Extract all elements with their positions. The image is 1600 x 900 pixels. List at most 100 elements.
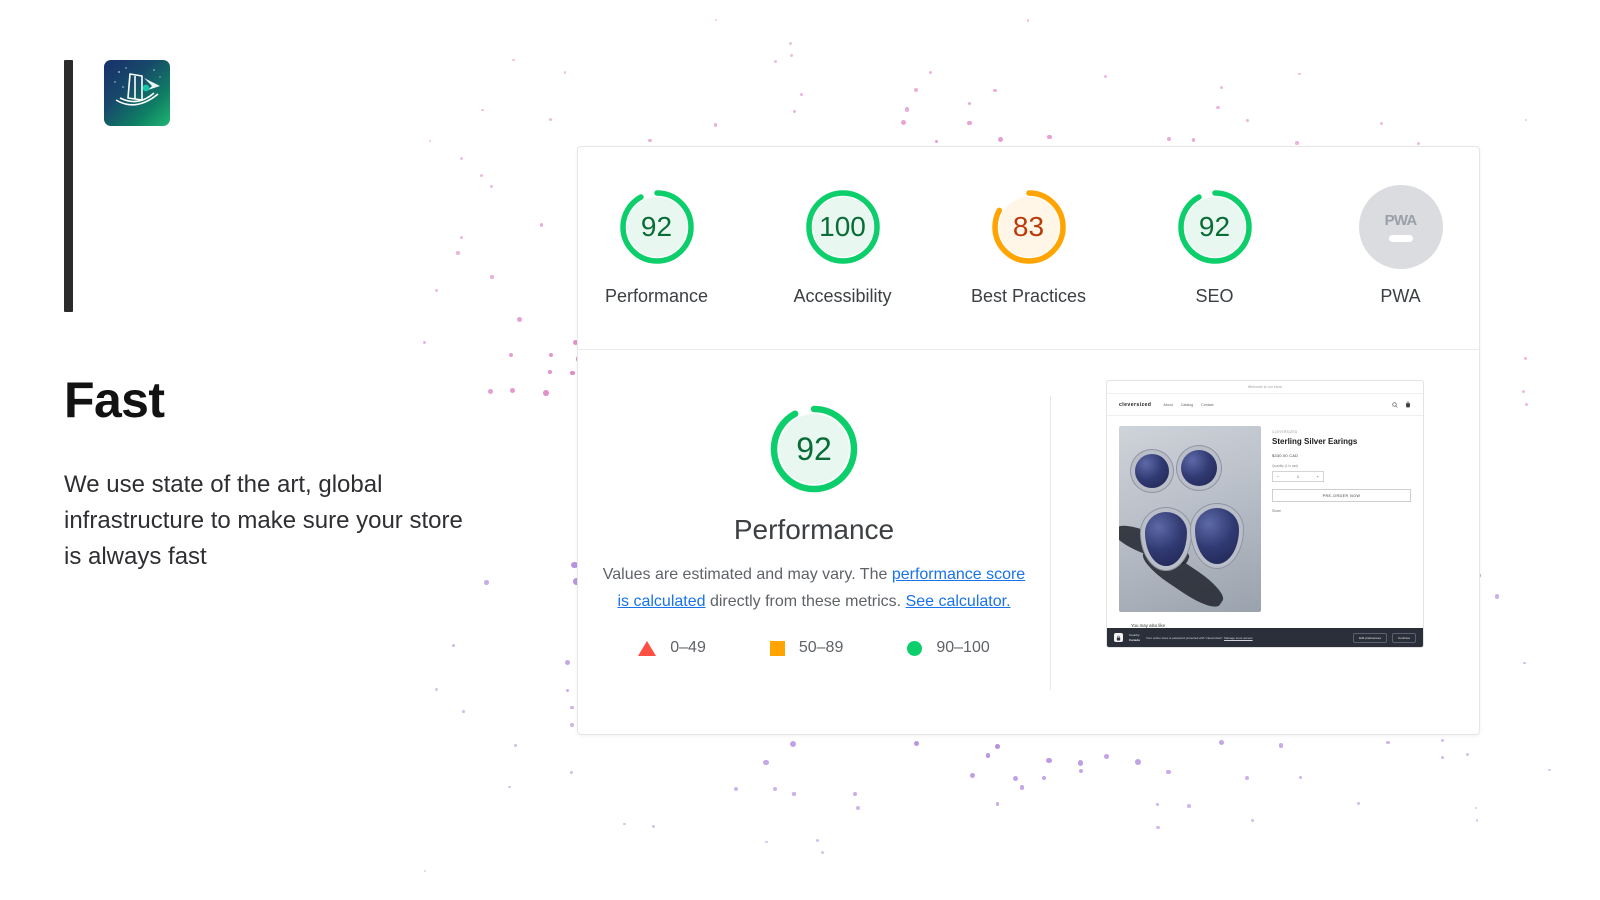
- decorative-dot: [540, 223, 544, 227]
- performance-score-value: 92: [796, 430, 832, 467]
- decorative-dot: [788, 41, 792, 45]
- thumb-quantity-stepper: − 1 +: [1272, 471, 1324, 483]
- decorative-dot: [793, 109, 797, 113]
- gauge-score-value: 92: [1198, 211, 1231, 242]
- decorative-dot: [1041, 775, 1047, 781]
- thumb-announcement-bar: Welcome to our store: [1107, 381, 1423, 394]
- gauge-accessibility[interactable]: 100 Accessibility: [779, 185, 907, 309]
- decorative-dot: [1191, 138, 1196, 142]
- decorative-dot: [993, 88, 997, 93]
- decorative-dot: [967, 101, 971, 106]
- thumb-manage-access-link: Manage store access: [1224, 635, 1253, 640]
- page-subcopy: We use state of the art, global infrastr…: [64, 470, 463, 571]
- decorative-dot: [512, 59, 515, 62]
- thumb-preorder-button: PRE-ORDER NOW: [1272, 489, 1411, 503]
- thumb-qty-increment: +: [1316, 474, 1319, 480]
- gauge-score-value: 100: [819, 211, 866, 242]
- gauge-label: PWA: [1380, 286, 1421, 306]
- decorative-dot: [509, 352, 514, 357]
- decorative-dot: [789, 741, 796, 748]
- desc-text-1: Values are estimated and may vary. The: [602, 566, 892, 583]
- thumb-announcement-text: Welcome to our store: [1247, 385, 1283, 389]
- gauge-ring: 100: [801, 185, 885, 269]
- page-title: Fast: [64, 372, 165, 428]
- decorative-dot: [564, 659, 570, 665]
- decorative-dot: [1494, 594, 1500, 599]
- gauge-performance[interactable]: 92 Performance: [593, 185, 721, 309]
- decorative-dot: [1524, 356, 1527, 360]
- performance-title: Performance: [733, 514, 895, 545]
- decorative-dot: [1047, 134, 1052, 140]
- page-screenshot-thumbnail: Welcome to our store cleversized About Ca…: [1106, 380, 1424, 648]
- performance-description: Values are estimated and may vary. The p…: [599, 562, 1029, 615]
- thumb-store-access-banner: Country Canada Your online store is pass…: [1107, 628, 1423, 647]
- performance-pane: 92 Performance Values are estimated and …: [578, 350, 1050, 736]
- decorative-dot: [1013, 776, 1019, 782]
- desc-text-2: directly from these metrics.: [705, 592, 906, 610]
- page-root: Fast We use state of the art, global inf…: [0, 0, 1600, 900]
- decorative-dot: [914, 741, 920, 747]
- decorative-dot: [1357, 801, 1360, 805]
- decorative-dot: [1156, 825, 1160, 830]
- decorative-dot: [1475, 806, 1478, 809]
- decorative-dot: [488, 388, 494, 394]
- decorative-dot: [1476, 819, 1479, 822]
- pwa-badge-text: PWA: [1384, 212, 1418, 229]
- decorative-dot: [565, 688, 570, 693]
- decorative-dot: [1245, 118, 1249, 122]
- gauge-best-practices[interactable]: 83 Best Practices: [965, 185, 1093, 309]
- decorative-dot: [853, 791, 858, 796]
- decorative-dot: [1026, 19, 1030, 22]
- thumb-store-brand: cleversized: [1119, 401, 1152, 408]
- thumb-nav-links: About Catalog Contact: [1163, 403, 1213, 407]
- legend-item: 90–100: [907, 639, 990, 657]
- decorative-dot: [1278, 743, 1284, 748]
- decorative-dot: [928, 70, 933, 74]
- decorative-dot: [1465, 753, 1469, 757]
- decorative-dot: [1046, 757, 1053, 764]
- square-marker: [769, 640, 785, 656]
- gauge-pwa[interactable]: PWA PWA: [1337, 185, 1465, 309]
- decorative-dot: [820, 850, 824, 854]
- thumb-edit-preferences-button: Edit preferences: [1353, 632, 1387, 643]
- thumb-banner-message: Your online store is password protected …: [1146, 636, 1253, 640]
- decorative-dot: [484, 579, 489, 585]
- decorative-dot: [1155, 802, 1160, 806]
- decorative-dot: [510, 388, 516, 394]
- decorative-dot: [1523, 661, 1526, 665]
- decorative-dot: [1219, 86, 1223, 90]
- gauge-seo[interactable]: 92 SEO: [1151, 185, 1279, 309]
- see-calculator-link[interactable]: See calculator.: [906, 593, 1011, 610]
- decorative-dot: [1135, 758, 1142, 765]
- decorative-dot: [790, 53, 794, 57]
- decorative-dot: [1417, 142, 1421, 146]
- lighthouse-detail-row: 92 Performance Values are estimated and …: [578, 350, 1479, 736]
- decorative-dot: [765, 840, 768, 844]
- thumb-quantity-label: Quantity (1 in cart): [1272, 464, 1299, 469]
- decorative-dot: [648, 138, 652, 143]
- thumb-product-body: CLEVERSIZED Sterling Silver Earings $330…: [1107, 416, 1423, 612]
- thumb-nav-icons: [1392, 401, 1411, 408]
- decorative-dot: [1187, 804, 1191, 808]
- decorative-dot: [1440, 738, 1444, 743]
- thumb-banner-buttons: Edit preferences Continue: [1353, 632, 1416, 643]
- decorative-dot: [451, 643, 455, 647]
- gauge-ring: 92: [1173, 185, 1257, 269]
- thumb-banner-text: Your online store is password protected …: [1145, 635, 1224, 640]
- decorative-dot: [1548, 768, 1551, 772]
- decorative-dot: [1103, 74, 1108, 79]
- decorative-dot: [1441, 756, 1444, 759]
- decorative-dot: [995, 802, 1000, 806]
- legend-range: 90–100: [936, 639, 990, 657]
- thumb-product-vendor: CLEVERSIZED: [1272, 430, 1298, 434]
- decorative-dot: [934, 139, 939, 144]
- decorative-dot: [772, 787, 778, 792]
- decorative-dot: [1216, 105, 1220, 110]
- gauge-score-value: 92: [640, 211, 673, 242]
- decorative-dot: [816, 838, 820, 842]
- thumb-continue-button: Continue: [1391, 632, 1416, 643]
- decorative-dot: [913, 87, 918, 92]
- decorative-dot: [1298, 775, 1302, 779]
- search-icon: [1392, 401, 1398, 408]
- lock-icon: [1114, 633, 1123, 642]
